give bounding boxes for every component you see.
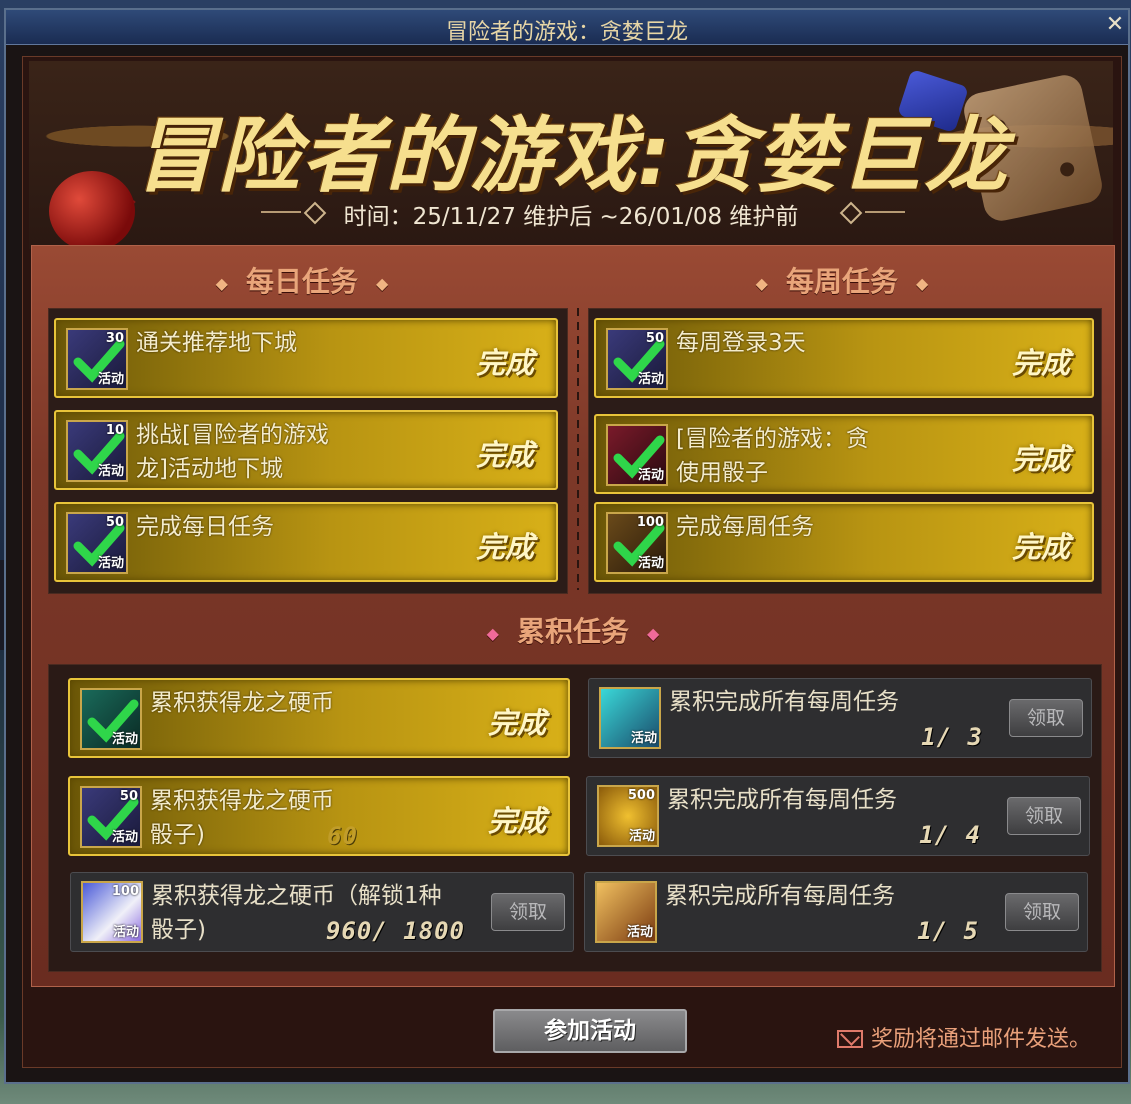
event-panel: 冒险者的游戏:贪婪巨龙 时间：25/11/27 维护后 ~26/01/08 维护…	[22, 56, 1122, 1068]
cumulative-task: 500 活动 累积完成所有每周任务 1/ 4 领取	[586, 776, 1090, 856]
task-name: 累积完成所有每周任务	[667, 787, 897, 813]
mail-note: 奖励将通过邮件发送。	[836, 1021, 1091, 1053]
claim-button[interactable]: 领取	[1005, 893, 1079, 931]
task-name: 完成每日任务	[136, 514, 274, 540]
claim-button[interactable]: 领取	[1009, 699, 1083, 737]
banner-title: 冒险者的游戏:贪婪巨龙	[133, 109, 1009, 204]
event-window: 冒险者的游戏：贪婪巨龙 ✕ 冒险者的游戏:贪婪巨龙 时间：25/11/27 维护…	[4, 8, 1130, 1084]
activity-icon: 30 活动	[66, 328, 128, 390]
task-status: 完成	[1011, 530, 1070, 564]
weekly-task[interactable]: 100 活动 完成每周任务 完成	[594, 502, 1094, 582]
activity-icon: 活动	[80, 688, 142, 750]
task-status: 完成	[487, 804, 546, 838]
claim-button[interactable]: 领取	[491, 893, 565, 931]
cumulative-task: 活动 累积完成所有每周任务 1/ 5 领取	[584, 872, 1088, 952]
window-title: 冒险者的游戏：贪婪巨龙	[445, 20, 688, 45]
close-icon[interactable]: ✕	[1104, 12, 1126, 38]
weekly-heading: ◆ 每周任务 ◆	[755, 265, 929, 298]
claim-button[interactable]: 领取	[1007, 797, 1081, 835]
task-name: 挑战[冒险者的游戏 龙]活动地下城	[136, 422, 329, 482]
cumulative-task[interactable]: 50 活动 累积获得龙之硬币 骰子) 60 完成	[68, 776, 570, 856]
task-name: 完成每周任务	[676, 514, 814, 540]
join-event-button[interactable]: 参加活动	[493, 1009, 687, 1053]
divider-line-right	[865, 211, 905, 213]
daily-heading: ◆ 每日任务 ◆	[215, 265, 389, 298]
task-status: 完成	[1011, 442, 1070, 476]
weekly-task[interactable]: 50 活动 每周登录3天 完成	[594, 318, 1094, 398]
task-progress: 1/ 4	[919, 821, 981, 849]
gold-coin-icon: 500 活动	[597, 785, 659, 847]
activity-icon: 50 活动	[80, 786, 142, 848]
activity-icon: 活动	[606, 424, 668, 486]
cumulative-task: 活动 累积完成所有每周任务 1/ 3 领取	[588, 678, 1092, 758]
event-banner: 冒险者的游戏:贪婪巨龙 时间：25/11/27 维护后 ~26/01/08 维护…	[29, 61, 1113, 249]
task-name: 累积完成所有每周任务	[665, 883, 895, 909]
task-progress: 1/ 3	[921, 723, 983, 751]
task-name: 每周登录3天	[676, 330, 806, 356]
task-status: 完成	[475, 346, 534, 380]
activity-icon: 50 活动	[66, 512, 128, 574]
daily-task[interactable]: 50 活动 完成每日任务 完成	[54, 502, 558, 582]
task-progress: 1/ 5	[917, 917, 979, 945]
task-status: 完成	[1011, 346, 1070, 380]
task-name: 累积获得龙之硬币	[150, 690, 334, 716]
dragon-icon: 活动	[595, 881, 657, 943]
quests-area: ◆ 每日任务 ◆ ◆ 每周任务 ◆ 30 活动 通关推荐地下城 完成 10 活动…	[31, 245, 1115, 987]
mail-icon	[836, 1030, 863, 1048]
task-name: 累积完成所有每周任务	[669, 689, 899, 715]
cumulative-task[interactable]: 活动 累积获得龙之硬币 完成	[68, 678, 570, 758]
activity-icon: 10 活动	[66, 420, 128, 482]
dice-coin-icon: 100 活动	[81, 881, 143, 943]
event-time: 时间：25/11/27 维护后 ~26/01/08 维护前	[343, 204, 799, 230]
task-status: 完成	[487, 706, 546, 740]
chest-icon: 活动	[599, 687, 661, 749]
activity-icon: 50 活动	[606, 328, 668, 390]
task-name: [冒险者的游戏：贪 使用骰子	[676, 426, 869, 486]
weekly-task[interactable]: 活动 [冒险者的游戏：贪 使用骰子 完成	[594, 414, 1094, 494]
task-name: 累积获得龙之硬币 骰子)	[150, 788, 334, 848]
activity-icon: 100 活动	[606, 512, 668, 574]
cumulative-task: 100 活动 累积获得龙之硬币（解锁1种 骰子) 960/ 1800 领取	[70, 872, 574, 952]
task-progress: 960/ 1800	[325, 917, 465, 945]
task-status: 完成	[475, 530, 534, 564]
daily-task[interactable]: 10 活动 挑战[冒险者的游戏 龙]活动地下城 完成	[54, 410, 558, 490]
task-status: 完成	[475, 438, 534, 472]
column-divider	[577, 308, 579, 590]
task-progress-faded: 60	[327, 822, 358, 850]
daily-task[interactable]: 30 活动 通关推荐地下城 完成	[54, 318, 558, 398]
title-bar[interactable]: 冒险者的游戏：贪婪巨龙 ✕	[6, 10, 1128, 45]
task-name: 通关推荐地下城	[136, 330, 297, 356]
cumulative-heading: ◆ 累积任务 ◆	[486, 615, 660, 648]
